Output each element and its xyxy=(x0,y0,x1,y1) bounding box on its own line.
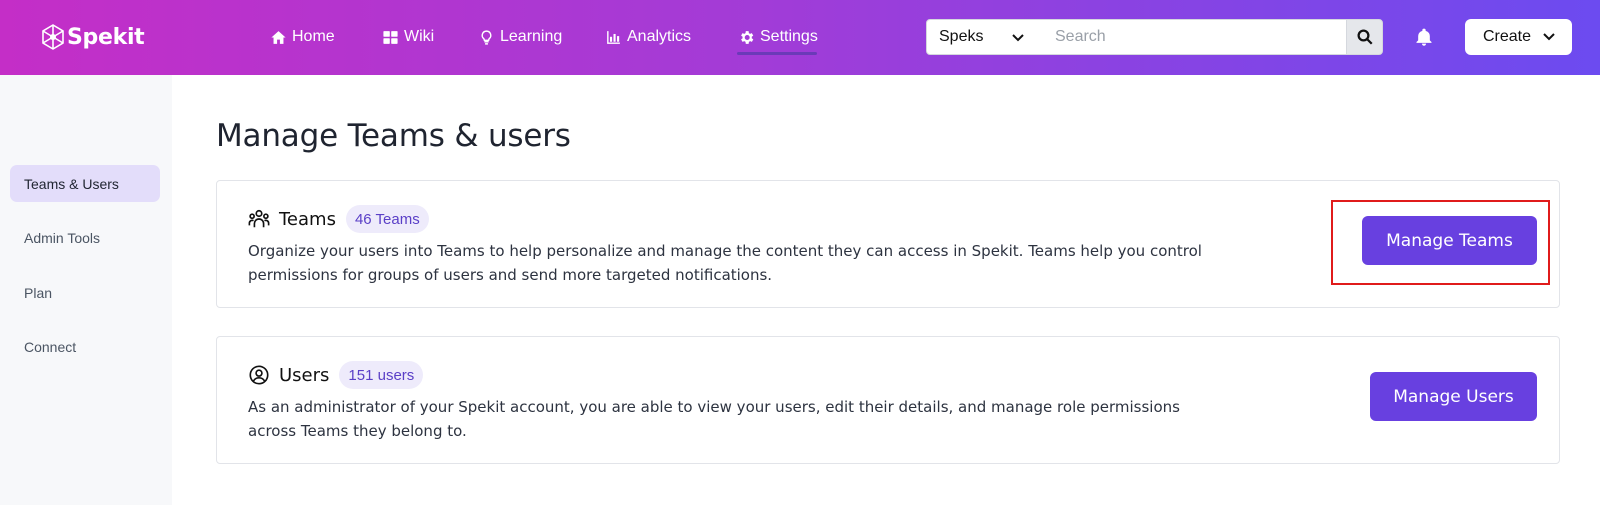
create-button[interactable]: Create xyxy=(1465,19,1572,55)
nav-settings[interactable]: Settings xyxy=(738,26,818,48)
page-title: Manage Teams & users xyxy=(216,118,571,154)
manage-users-button[interactable]: Manage Users xyxy=(1370,372,1537,421)
search-button[interactable] xyxy=(1346,19,1383,55)
nav-analytics-label: Analytics xyxy=(627,28,692,45)
teams-card-header: Teams 46 Teams xyxy=(248,205,429,233)
bell-icon[interactable] xyxy=(1414,27,1434,47)
highlight-annotation xyxy=(1331,200,1550,285)
teams-icon xyxy=(248,209,270,228)
logo-text: Spekit xyxy=(67,24,145,50)
user-circle-icon xyxy=(249,365,269,385)
search-input[interactable] xyxy=(1037,19,1347,55)
chevron-down-icon xyxy=(1543,33,1555,41)
users-count-badge: 151 users xyxy=(339,361,424,389)
teams-card-description: Organize your users into Teams to help p… xyxy=(248,242,1202,284)
create-button-label: Create xyxy=(1483,28,1532,45)
sidebar-item-label: Connect xyxy=(24,338,77,355)
lightbulb-icon xyxy=(481,29,492,45)
bar-chart-icon xyxy=(607,30,620,44)
chevron-down-icon xyxy=(1012,34,1024,42)
users-card: Users 151 users As an administrator of y… xyxy=(216,336,1560,464)
search-scope-select[interactable]: Speks xyxy=(926,19,1038,55)
nav-home[interactable]: Home xyxy=(270,26,335,48)
top-navigation-bar: Spekit Home Wiki Learning Analytics Sett… xyxy=(0,0,1600,75)
users-card-title: Users xyxy=(279,364,330,386)
search-scope-value: Speks xyxy=(939,28,984,45)
sidebar-item-label: Admin Tools xyxy=(24,229,101,246)
nav-settings-label: Settings xyxy=(760,28,818,45)
sidebar-item-connect[interactable]: Connect xyxy=(10,328,160,365)
users-card-header: Users 151 users xyxy=(248,361,424,389)
spekit-logo-icon xyxy=(42,24,64,50)
users-card-description: As an administrator of your Spekit accou… xyxy=(248,398,1180,440)
sidebar-item-label: Plan xyxy=(24,284,53,301)
spekit-logo[interactable]: Spekit xyxy=(40,20,145,54)
teams-card-title: Teams xyxy=(279,208,336,230)
nav-wiki[interactable]: Wiki xyxy=(382,26,434,48)
nav-analytics[interactable]: Analytics xyxy=(605,26,691,48)
search-icon xyxy=(1357,29,1373,45)
gear-icon xyxy=(741,30,754,44)
grid-icon xyxy=(383,30,398,44)
sidebar-item-admin-tools[interactable]: Admin Tools xyxy=(10,219,160,256)
active-nav-indicator xyxy=(737,52,817,55)
home-icon xyxy=(271,30,286,44)
nav-home-label: Home xyxy=(292,28,335,45)
settings-sidebar: Teams & Users Admin Tools Plan Connect xyxy=(0,75,172,505)
sidebar-item-plan[interactable]: Plan xyxy=(10,274,160,311)
sidebar-item-teams-users[interactable]: Teams & Users xyxy=(10,165,160,202)
sidebar-item-label: Teams & Users xyxy=(24,175,119,192)
nav-learning[interactable]: Learning xyxy=(478,26,562,48)
nav-learning-label: Learning xyxy=(500,28,563,45)
teams-count-badge: 46 Teams xyxy=(345,205,429,233)
nav-wiki-label: Wiki xyxy=(404,28,435,45)
